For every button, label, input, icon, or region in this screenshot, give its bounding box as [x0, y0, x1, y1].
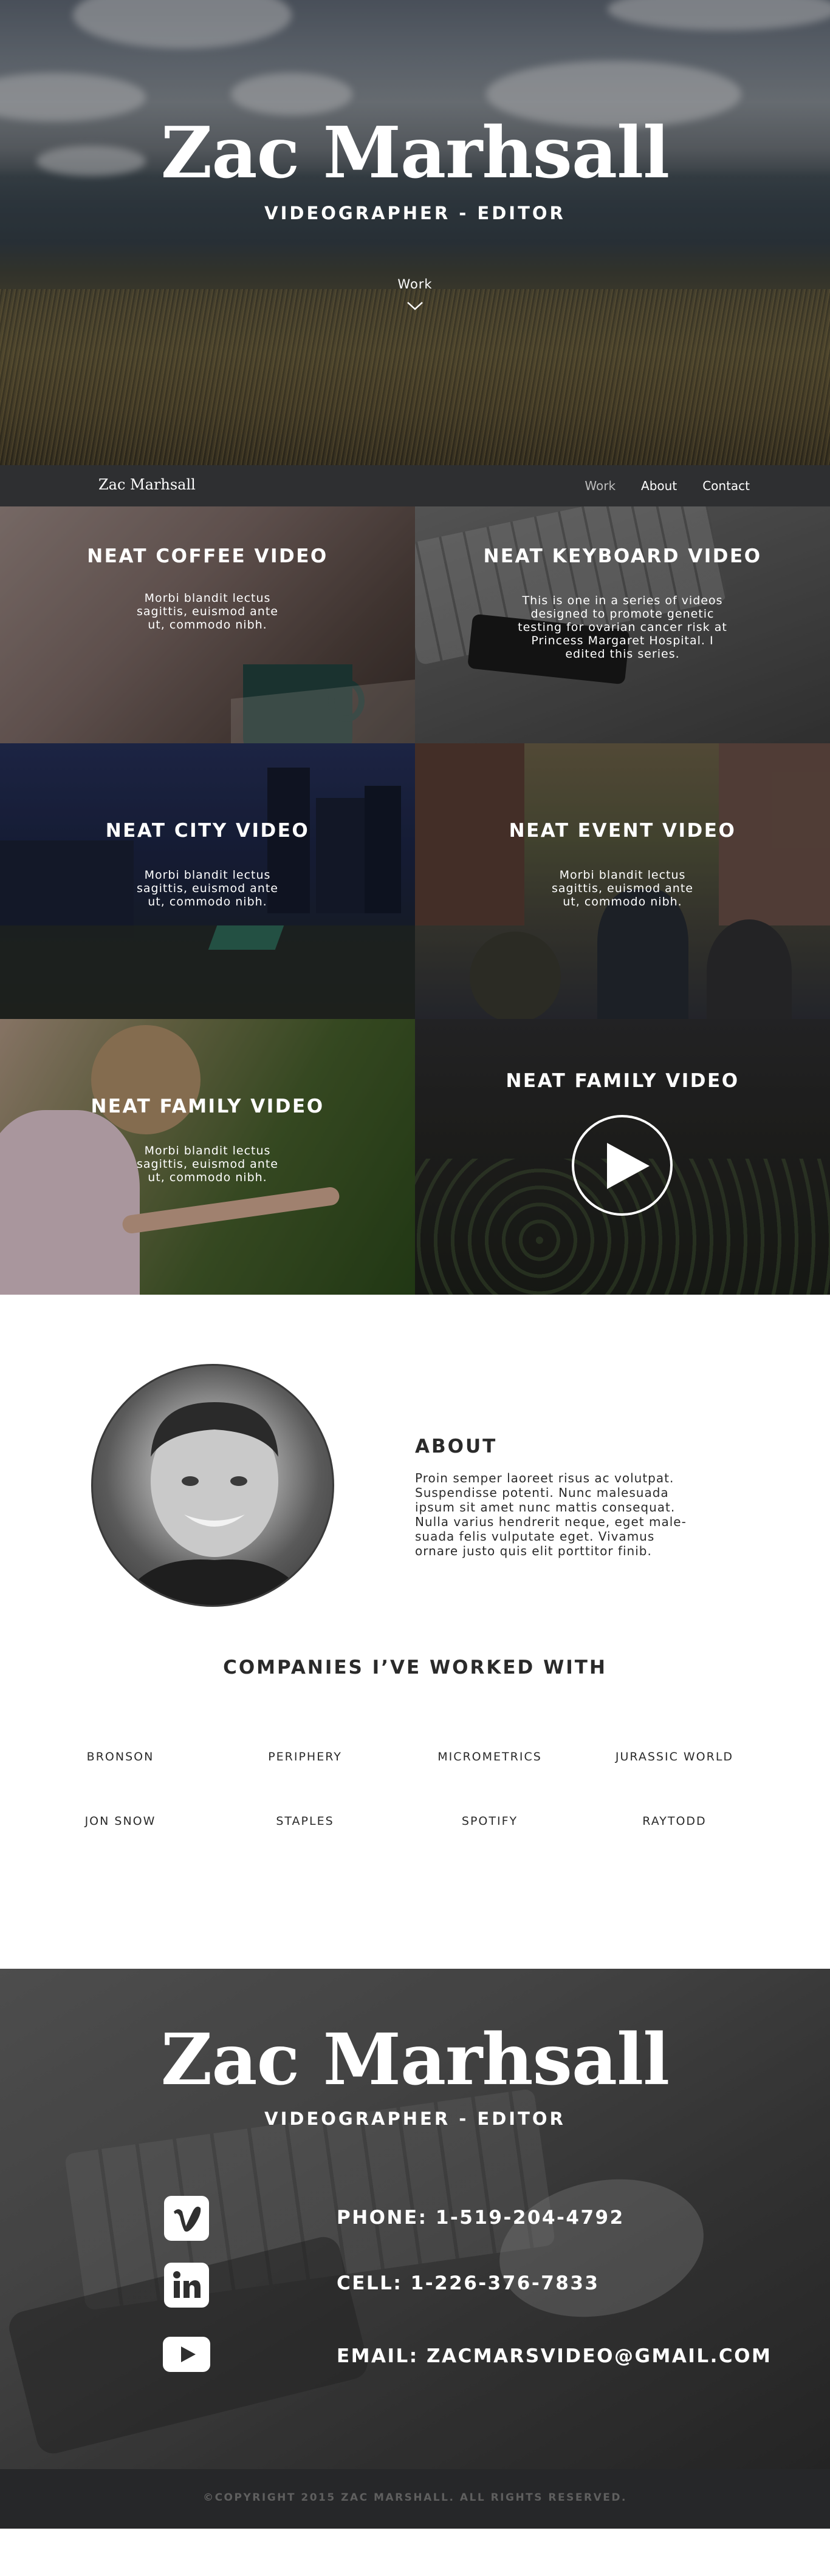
hero-title: Zac Marhsall	[160, 112, 670, 194]
contact-email[interactable]: EMAIL: ZACMARSVIDEO@GMAIL.COM	[337, 2345, 772, 2367]
project-description: This is one in a series of videos design…	[518, 594, 727, 661]
play-icon	[607, 1143, 650, 1189]
chevron-down-icon[interactable]	[406, 300, 424, 312]
companies-section: COMPANIES I’VE WORKED WITH BRONSON PERIP…	[0, 1655, 830, 1969]
project-tile-keyboard[interactable]: NEAT KEYBOARD VIDEO This is one in a ser…	[415, 506, 830, 743]
vimeo-icon	[174, 2206, 201, 2232]
project-title: NEAT CITY VIDEO	[105, 820, 310, 842]
project-tile-event[interactable]: NEAT EVENT VIDEO Morbi blandit lectus sa…	[415, 743, 830, 1019]
company-name: SPOTIFY	[461, 1814, 518, 1828]
hero-section: Zac Marhsall VIDEOGRAPHER - EDITOR Work	[0, 0, 830, 465]
vimeo-link[interactable]	[164, 2196, 209, 2241]
nav-links: Work About Contact	[585, 479, 750, 493]
avatar	[91, 1364, 334, 1607]
companies-heading: COMPANIES I’VE WORKED WITH	[223, 1657, 607, 1678]
youtube-link[interactable]	[163, 2337, 210, 2372]
project-description: Morbi blandit lectus sagittis, euismod a…	[551, 868, 693, 908]
project-title: NEAT KEYBOARD VIDEO	[483, 545, 762, 567]
linkedin-icon	[173, 2271, 201, 2298]
play-button[interactable]	[572, 1115, 673, 1216]
project-title: NEAT FAMILY VIDEO	[506, 1070, 739, 1092]
company-name: BRONSON	[86, 1750, 154, 1763]
youtube-icon	[181, 2346, 196, 2362]
hero-work-link[interactable]: Work	[0, 277, 830, 291]
project-tile-coffee[interactable]: NEAT COFFEE VIDEO Morbi blandit lectus s…	[0, 506, 415, 743]
project-description: Morbi blandit lectus sagittis, euismod a…	[136, 1144, 278, 1184]
nav-link-about[interactable]: About	[641, 479, 677, 493]
nav-link-contact[interactable]: Contact	[702, 479, 750, 493]
footer: ©COPYRIGHT 2015 ZAC MARSHALL. ALL RIGHTS…	[0, 2469, 830, 2529]
project-tile-family-video[interactable]: NEAT FAMILY VIDEO	[415, 1019, 830, 1295]
company-name: PERIPHERY	[268, 1750, 342, 1763]
contact-title: Zac Marhsall	[160, 2019, 670, 2101]
company-name: JON SNOW	[84, 1814, 156, 1828]
company-name: MICROMETRICS	[437, 1750, 542, 1763]
about-heading: ABOUT	[415, 1436, 498, 1457]
about-text: Proin semper laoreet risus ac volutpat. …	[415, 1471, 687, 1558]
project-title: NEAT FAMILY VIDEO	[91, 1095, 324, 1117]
project-tile-city[interactable]: NEAT CITY VIDEO Morbi blandit lectus sag…	[0, 743, 415, 1019]
project-grid: NEAT COFFEE VIDEO Morbi blandit lectus s…	[0, 506, 830, 1295]
about-section: ABOUT Proin semper laoreet risus ac volu…	[0, 1295, 830, 1655]
project-description: Morbi blandit lectus sagittis, euismod a…	[136, 591, 278, 632]
contact-cell: CELL: 1-226-376-7833	[337, 2272, 600, 2294]
contact-phone: PHONE: 1-519-204-4792	[337, 2207, 625, 2229]
company-name: JURASSIC WORLD	[615, 1750, 734, 1763]
project-title: NEAT COFFEE VIDEO	[87, 545, 328, 567]
project-tile-family[interactable]: NEAT FAMILY VIDEO Morbi blandit lectus s…	[0, 1019, 415, 1295]
company-name: RAYTODD	[642, 1814, 707, 1828]
project-title: NEAT EVENT VIDEO	[509, 820, 736, 842]
project-description: Morbi blandit lectus sagittis, euismod a…	[136, 868, 278, 908]
top-navbar: Zac Marhsall Work About Contact	[0, 465, 830, 506]
copyright-text: ©COPYRIGHT 2015 ZAC MARSHALL. ALL RIGHTS…	[203, 2492, 627, 2504]
contact-section: Zac Marhsall VIDEOGRAPHER - EDITOR PHONE…	[0, 1969, 830, 2469]
nav-link-work[interactable]: Work	[585, 479, 616, 493]
company-name: STAPLES	[276, 1814, 334, 1828]
linkedin-link[interactable]	[164, 2263, 209, 2308]
contact-subtitle: VIDEOGRAPHER - EDITOR	[264, 2108, 566, 2129]
hero-subtitle: VIDEOGRAPHER - EDITOR	[264, 203, 566, 223]
brand-logo[interactable]: Zac Marhsall	[98, 476, 196, 493]
